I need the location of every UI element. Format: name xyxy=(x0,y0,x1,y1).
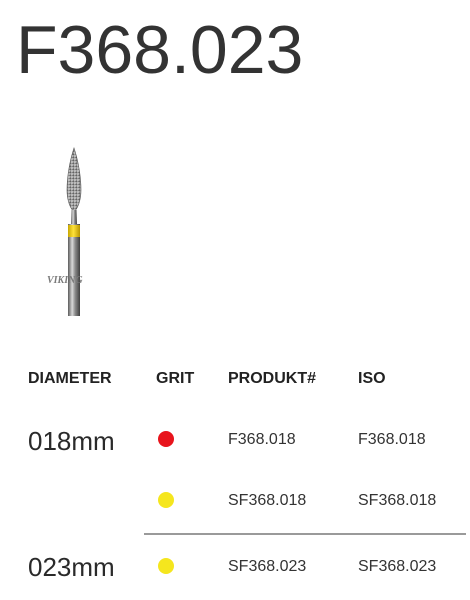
row-2-iso: SF368.018 xyxy=(358,492,437,509)
bur-neck xyxy=(71,210,77,224)
row-1-grit-dot xyxy=(158,431,174,447)
bur-image: VIKING xyxy=(47,147,83,316)
header-iso: ISO xyxy=(358,370,386,387)
bur-head xyxy=(66,147,82,213)
row-1-diameter: 018mm xyxy=(28,426,115,456)
grit-band xyxy=(68,225,80,237)
page-title: F368.023 xyxy=(16,12,304,88)
row-3-grit-dot xyxy=(158,558,174,574)
row-2-grit-dot xyxy=(158,492,174,508)
row-2-product: SF368.018 xyxy=(228,492,307,509)
brand-logo: VIKING xyxy=(47,275,83,286)
header-product: PRODUKT# xyxy=(228,370,317,387)
row-3-product: SF368.023 xyxy=(228,558,307,575)
row-1-product: F368.018 xyxy=(228,431,296,448)
row-divider xyxy=(144,533,466,535)
header-diameter: DIAMETER xyxy=(28,370,112,387)
row-3-iso: SF368.023 xyxy=(358,558,437,575)
header-grit: GRIT xyxy=(156,370,195,387)
bur-shank xyxy=(68,224,80,316)
row-1-iso: F368.018 xyxy=(358,431,426,448)
row-3-diameter: 023mm xyxy=(28,552,115,582)
